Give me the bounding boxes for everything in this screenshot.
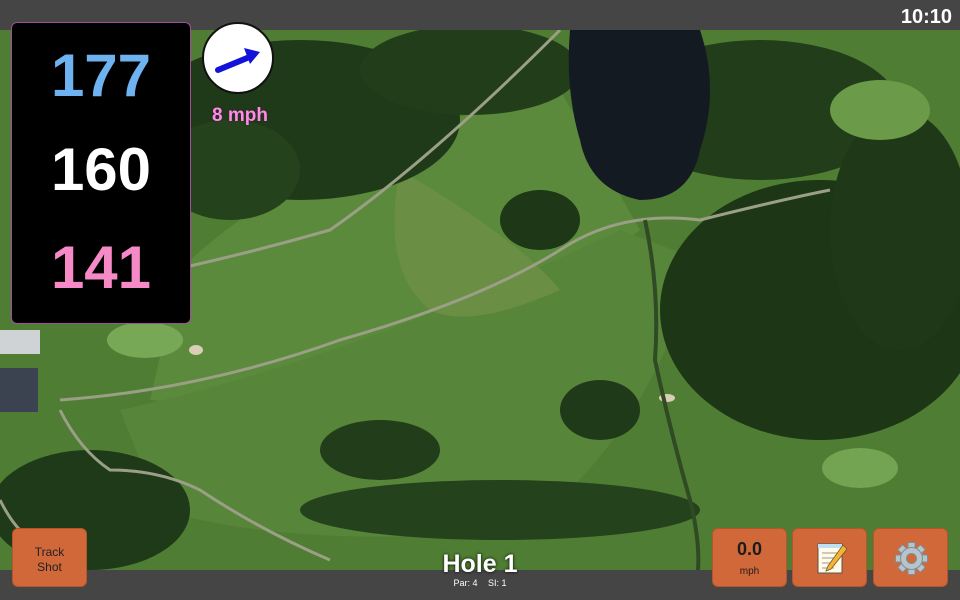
track-shot-label-line2: Shot <box>37 560 62 574</box>
gear-icon <box>895 542 928 575</box>
hole-details: Par: 4 SI: 1 <box>380 578 580 588</box>
hole-par: Par: 4 <box>453 578 478 588</box>
settings-button[interactable] <box>873 528 948 587</box>
speed-button[interactable]: 0.0 mph <box>712 528 787 587</box>
track-shot-button[interactable]: Track Shot <box>12 528 87 587</box>
notepad-icon <box>817 543 848 574</box>
wind-arrow-icon <box>215 48 260 73</box>
hole-stroke-index: SI: 1 <box>488 578 507 588</box>
wind-speed-label: 8 mph <box>212 105 268 126</box>
middle-yardage: 160 <box>50 136 152 203</box>
speed-value: 0.0 <box>736 539 763 559</box>
speed-unit: mph <box>739 566 760 577</box>
yardage-panel: 177 160 141 <box>11 22 191 324</box>
notes-button[interactable] <box>792 528 867 587</box>
track-shot-label-line1: Track <box>34 545 65 559</box>
back-yardage: 177 <box>50 42 152 109</box>
front-yardage: 141 <box>50 234 152 301</box>
hole-title: Hole 1 <box>442 550 518 578</box>
status-clock: 10:10 <box>900 6 952 28</box>
wind-direction-indicator <box>202 22 274 94</box>
